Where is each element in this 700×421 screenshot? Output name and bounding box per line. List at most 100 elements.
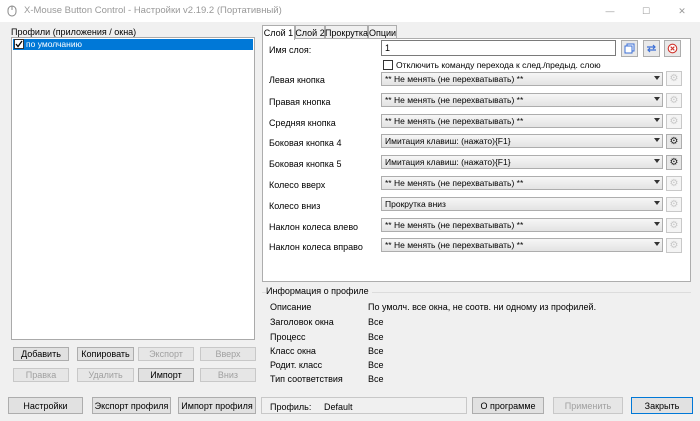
profiles-label: Профили (приложения / окна)	[11, 27, 137, 37]
select-value: ** Не менять (не перехватывать) **	[385, 74, 524, 84]
left-button-action-select[interactable]: ** Не менять (не перехватывать) **	[381, 72, 663, 86]
export-button[interactable]: Экспорт	[138, 347, 194, 361]
disable-layer-switch-checkbox[interactable]	[383, 60, 393, 70]
side-button-5-action-select[interactable]: Имитация клавиш: (нажато){F1}	[381, 155, 663, 169]
info-parent-class-value: Все	[368, 360, 384, 370]
reset-layer-button[interactable]	[664, 40, 681, 57]
edit-profile-button[interactable]: Правка	[13, 368, 69, 382]
copy-icon	[624, 43, 635, 54]
wheel-down-settings-button[interactable]: ⚙	[666, 197, 682, 212]
side-button-4-settings-button[interactable]: ⚙	[666, 134, 682, 149]
apply-button[interactable]: Применить	[553, 397, 623, 414]
window-title: X-Mouse Button Control - Настройки v2.19…	[24, 5, 282, 16]
dropdown-arrow-icon	[654, 180, 660, 184]
tab-layer-2[interactable]: Слой 2	[295, 25, 325, 39]
gear-icon: ⚙	[669, 116, 679, 127]
right-button-label: Правая кнопка	[269, 97, 331, 107]
middle-button-label: Средняя кнопка	[269, 118, 336, 128]
info-parent-class-key: Родит. класс	[270, 360, 323, 370]
select-value: ** Не менять (не перехватывать) **	[385, 116, 524, 126]
wheel-down-action-select[interactable]: Прокрутка вниз	[381, 197, 663, 211]
current-profile-label: Профиль:	[270, 402, 312, 412]
tab-options[interactable]: Опции	[368, 25, 397, 39]
tilt-right-settings-button[interactable]: ⚙	[666, 238, 682, 253]
wheel-up-action-select[interactable]: ** Не менять (не перехватывать) **	[381, 176, 663, 190]
wheel-down-label: Колесо вниз	[269, 201, 321, 211]
delete-profile-button[interactable]: Удалить	[77, 368, 134, 382]
info-window-class-key: Класс окна	[270, 346, 316, 356]
layer-name-input[interactable]: 1	[381, 40, 616, 56]
close-window-button[interactable]: ✕	[664, 0, 700, 22]
gear-icon: ⚙	[669, 157, 679, 168]
tilt-left-label: Наклон колеса влево	[269, 222, 358, 232]
profile-enabled-checkbox[interactable]	[14, 39, 24, 49]
swap-arrows-icon	[647, 44, 656, 53]
info-window-title-value: Все	[368, 317, 384, 327]
middle-button-action-select[interactable]: ** Не менять (не перехватывать) **	[381, 114, 663, 128]
profile-item-label: по умолчанию	[26, 39, 82, 49]
dropdown-arrow-icon	[654, 97, 660, 101]
copy-profile-button[interactable]: Копировать	[77, 347, 134, 361]
select-value: Прокрутка вниз	[385, 199, 446, 209]
tab-scrolling[interactable]: Прокрутка	[325, 25, 368, 39]
right-button-action-select[interactable]: ** Не менять (не перехватывать) **	[381, 93, 663, 107]
select-value: ** Не менять (не перехватывать) **	[385, 178, 524, 188]
info-description-value: По умолч. все окна, не соотв. ни одному …	[368, 302, 597, 312]
app-mouse-icon	[7, 5, 17, 17]
profile-item-default[interactable]: по умолчанию	[13, 39, 253, 50]
select-value: Имитация клавиш: (нажато){F1}	[385, 157, 511, 167]
gear-icon: ⚙	[669, 199, 679, 210]
minimize-button[interactable]: —	[592, 0, 628, 22]
tilt-right-label: Наклон колеса вправо	[269, 242, 363, 252]
info-process-value: Все	[368, 332, 384, 342]
left-button-label: Левая кнопка	[269, 75, 325, 85]
tilt-left-action-select[interactable]: ** Не менять (не перехватывать) **	[381, 218, 663, 232]
dropdown-arrow-icon	[654, 76, 660, 80]
swap-layer-button[interactable]	[643, 40, 660, 57]
side-button-4-label: Боковая кнопка 4	[269, 138, 342, 148]
dropdown-arrow-icon	[654, 118, 660, 122]
dropdown-arrow-icon	[654, 138, 660, 142]
checkmark-icon	[15, 40, 23, 48]
wheel-up-settings-button[interactable]: ⚙	[666, 176, 682, 191]
tab-layer-1[interactable]: Слой 1	[262, 25, 295, 40]
close-button[interactable]: Закрыть	[631, 397, 693, 414]
settings-button[interactable]: Настройки	[8, 397, 83, 414]
wheel-up-label: Колесо вверх	[269, 180, 326, 190]
profiles-list[interactable]: по умолчанию	[11, 37, 255, 340]
info-description-key: Описание	[270, 302, 312, 312]
select-value: ** Не менять (не перехватывать) **	[385, 95, 524, 105]
info-window-class-value: Все	[368, 346, 384, 356]
gear-icon: ⚙	[669, 73, 679, 84]
dropdown-arrow-icon	[654, 242, 660, 246]
dropdown-arrow-icon	[654, 159, 660, 163]
info-window-title-key: Заголовок окна	[270, 317, 334, 327]
tilt-right-action-select[interactable]: ** Не менять (не перехватывать) **	[381, 238, 663, 252]
export-profile-button[interactable]: Экспорт профиля	[92, 397, 171, 414]
tilt-left-settings-button[interactable]: ⚙	[666, 218, 682, 233]
side-button-5-label: Боковая кнопка 5	[269, 159, 342, 169]
cancel-icon	[667, 43, 678, 54]
right-button-settings-button[interactable]: ⚙	[666, 93, 682, 108]
gear-icon: ⚙	[669, 136, 679, 147]
gear-icon: ⚙	[669, 178, 679, 189]
dropdown-arrow-icon	[654, 201, 660, 205]
side-button-5-settings-button[interactable]: ⚙	[666, 155, 682, 170]
gear-icon: ⚙	[669, 220, 679, 231]
move-up-button[interactable]: Вверх	[200, 347, 256, 361]
select-value: ** Не менять (не перехватывать) **	[385, 220, 524, 230]
about-button[interactable]: О программе	[472, 397, 544, 414]
add-profile-button[interactable]: Добавить	[13, 347, 69, 361]
copy-layer-button[interactable]	[621, 40, 638, 57]
gear-icon: ⚙	[669, 240, 679, 251]
info-match-type-key: Тип соответствия	[270, 374, 343, 384]
move-down-button[interactable]: Вниз	[200, 368, 256, 382]
import-profile-button[interactable]: Импорт профиля	[178, 397, 256, 414]
select-value: Имитация клавиш: (нажато){F1}	[385, 136, 511, 146]
maximize-button[interactable]: ☐	[628, 0, 664, 22]
dropdown-arrow-icon	[654, 222, 660, 226]
import-button[interactable]: Импорт	[138, 368, 194, 382]
side-button-4-action-select[interactable]: Имитация клавиш: (нажато){F1}	[381, 134, 663, 148]
left-button-settings-button[interactable]: ⚙	[666, 71, 682, 86]
middle-button-settings-button[interactable]: ⚙	[666, 114, 682, 129]
